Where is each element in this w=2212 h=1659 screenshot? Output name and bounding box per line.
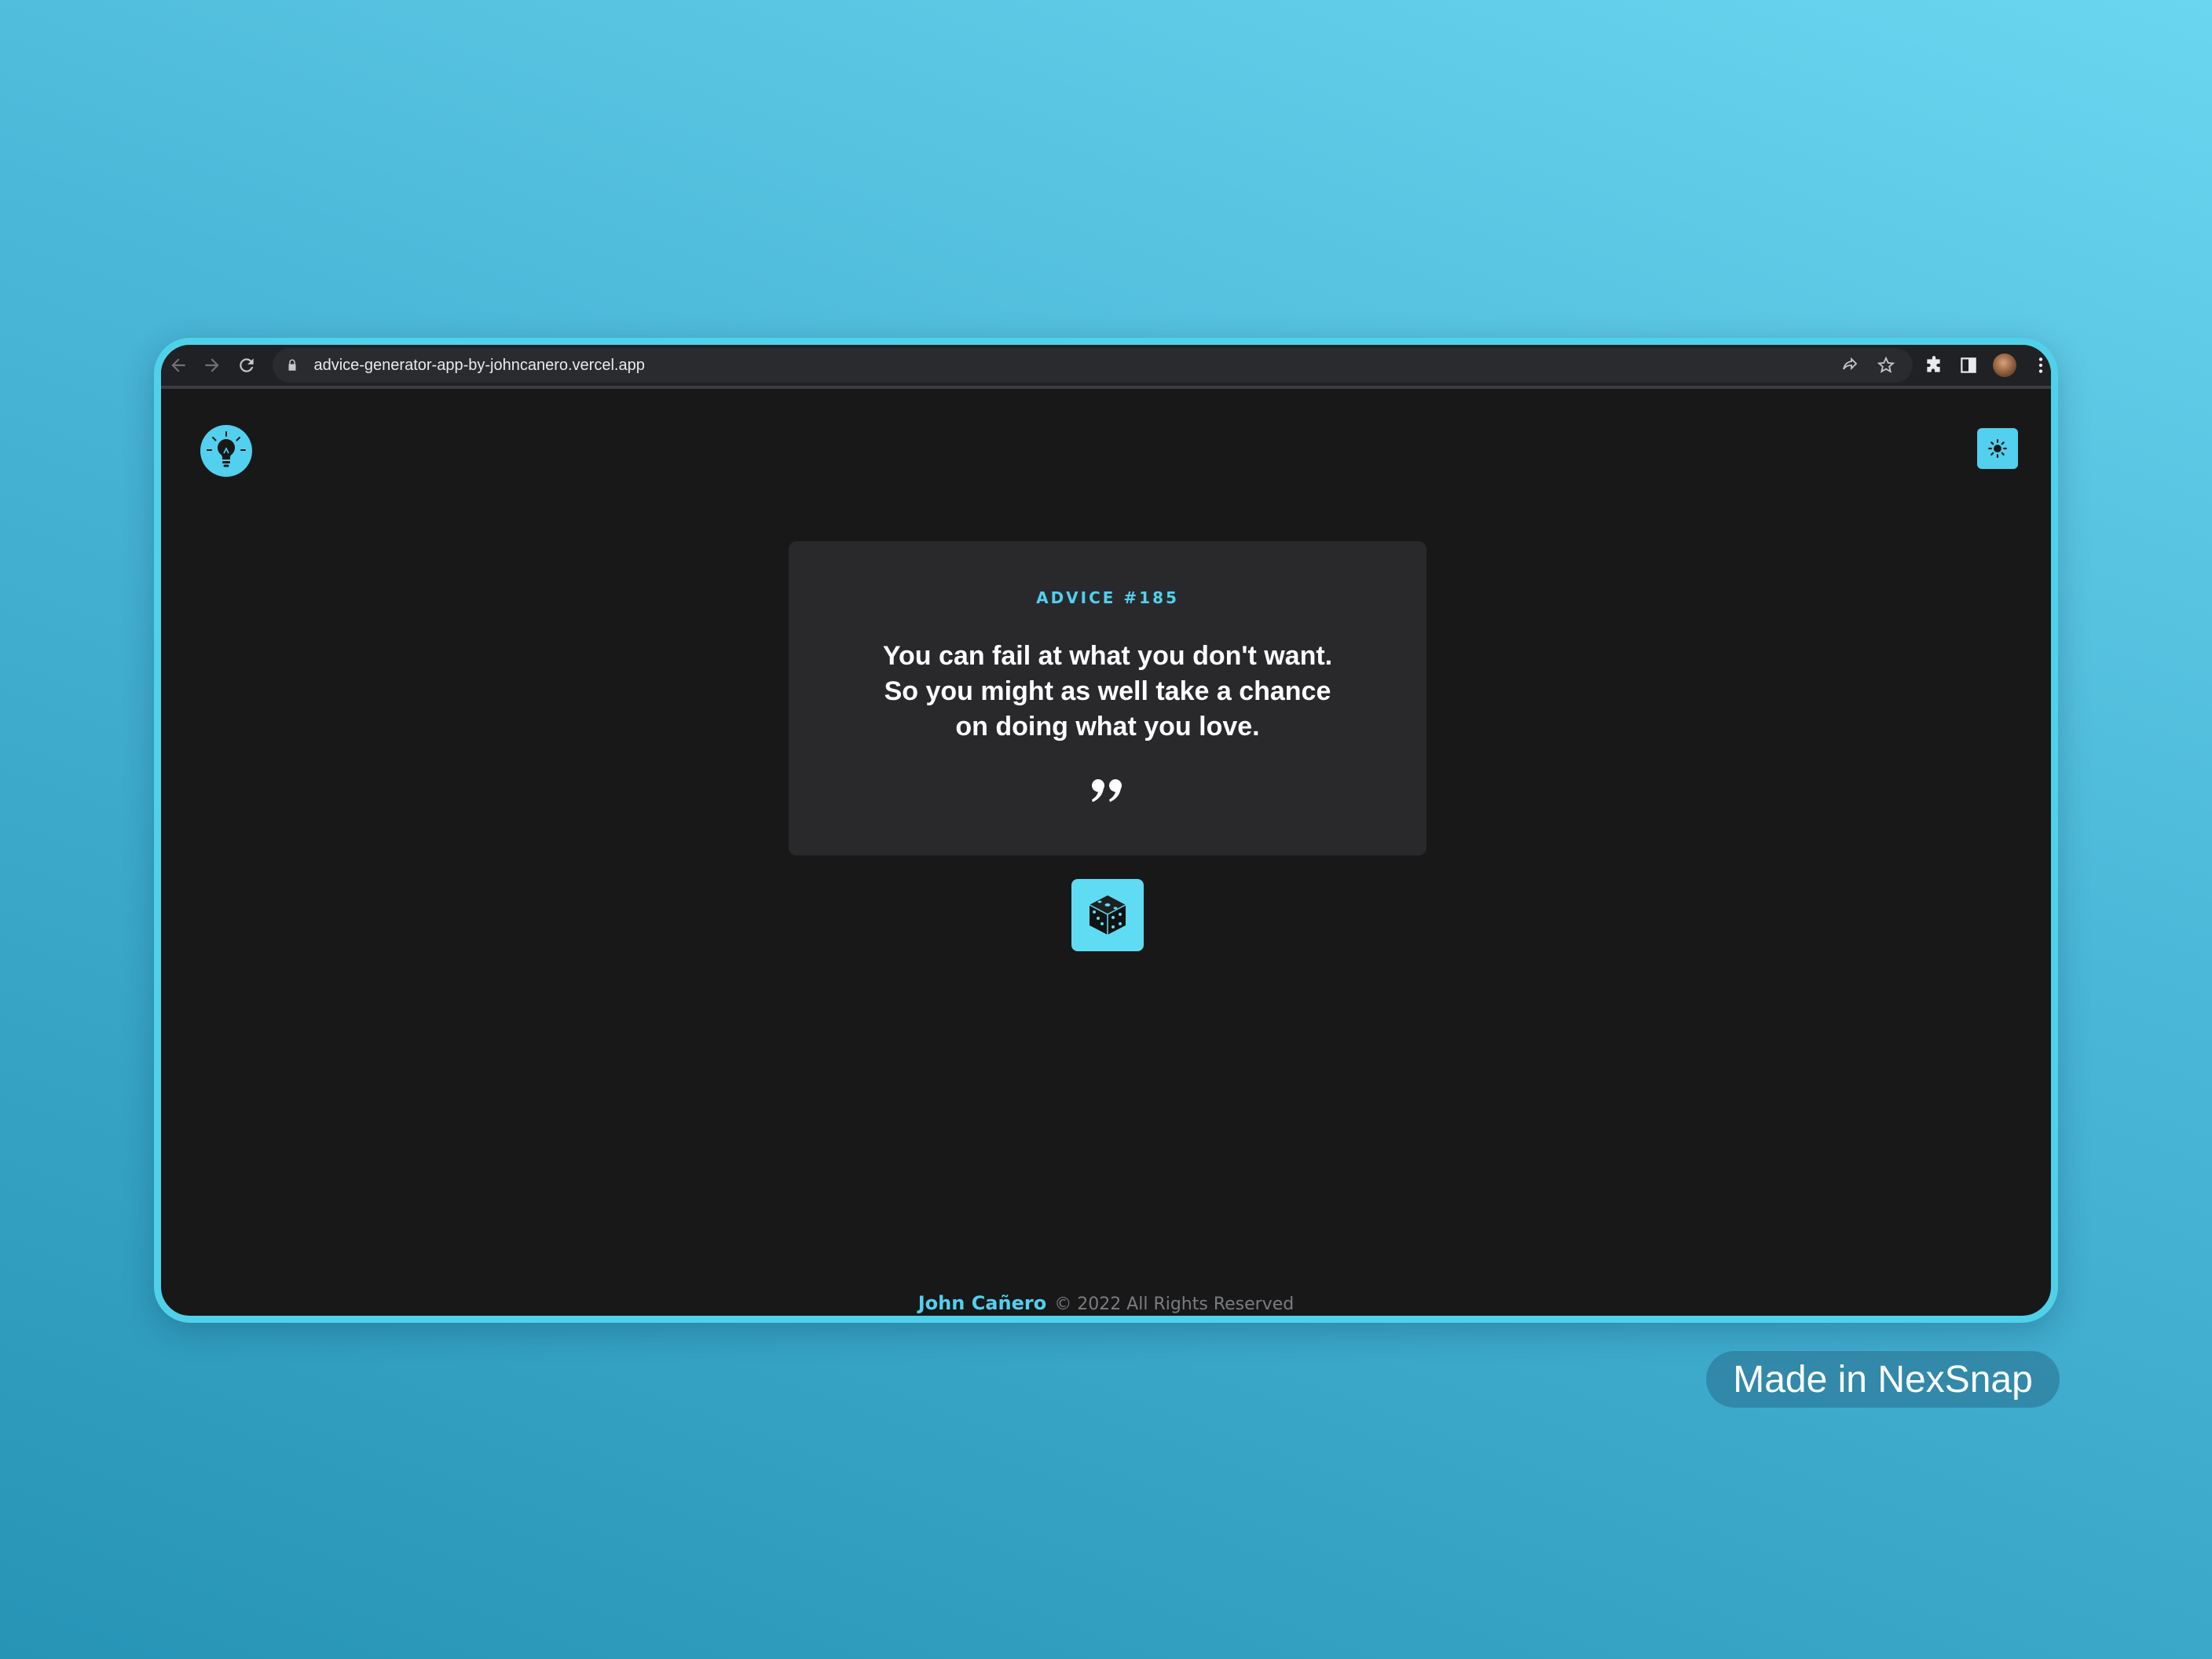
app-logo[interactable] xyxy=(200,425,252,477)
star-icon[interactable] xyxy=(1877,356,1895,375)
browser-window: advice-generator-app-by-johncanero.verce… xyxy=(154,338,2058,1323)
more-menu-icon[interactable] xyxy=(2031,355,2051,375)
copyright-text: © 2022 All Rights Reserved xyxy=(1054,1295,1295,1314)
advice-text: You can fail at what you don't want. So … xyxy=(882,641,1333,742)
advice-card: ADVICE #185 You can fail at what you don… xyxy=(789,541,1426,855)
app-viewport: ADVICE #185 You can fail at what you don… xyxy=(161,392,2051,1316)
url-text: advice-generator-app-by-johncanero.verce… xyxy=(313,356,645,374)
side-panel-icon[interactable] xyxy=(1958,355,1979,375)
quote-mark-icon xyxy=(1092,779,1122,802)
lock-icon xyxy=(288,359,296,371)
arrow-left-icon xyxy=(171,358,185,372)
browser-toolbar: advice-generator-app-by-johncanero.verce… xyxy=(161,345,2051,389)
page-footer: John Cañero © 2022 All Rights Reserved xyxy=(161,1292,2051,1314)
arrow-right-icon xyxy=(205,358,219,372)
theme-toggle-button[interactable] xyxy=(1977,428,2018,469)
address-bar[interactable]: advice-generator-app-by-johncanero.verce… xyxy=(273,348,1913,383)
advice-number: ADVICE #185 xyxy=(1036,588,1179,607)
watermark-badge: Made in NexSnap xyxy=(1706,1351,2060,1408)
reload-icon xyxy=(239,358,254,372)
lightbulb-icon xyxy=(207,431,246,467)
forward-button[interactable] xyxy=(195,345,229,387)
profile-avatar[interactable] xyxy=(1993,353,2016,377)
reload-button[interactable] xyxy=(229,345,263,387)
dice-icon xyxy=(1089,895,1126,935)
author-link[interactable]: John Cañero xyxy=(918,1292,1046,1314)
generate-advice-button[interactable] xyxy=(1071,879,1144,951)
share-icon[interactable] xyxy=(1840,356,1859,375)
sun-icon xyxy=(1988,439,2007,458)
extensions-icon[interactable] xyxy=(1924,355,1944,375)
back-button[interactable] xyxy=(161,345,195,387)
